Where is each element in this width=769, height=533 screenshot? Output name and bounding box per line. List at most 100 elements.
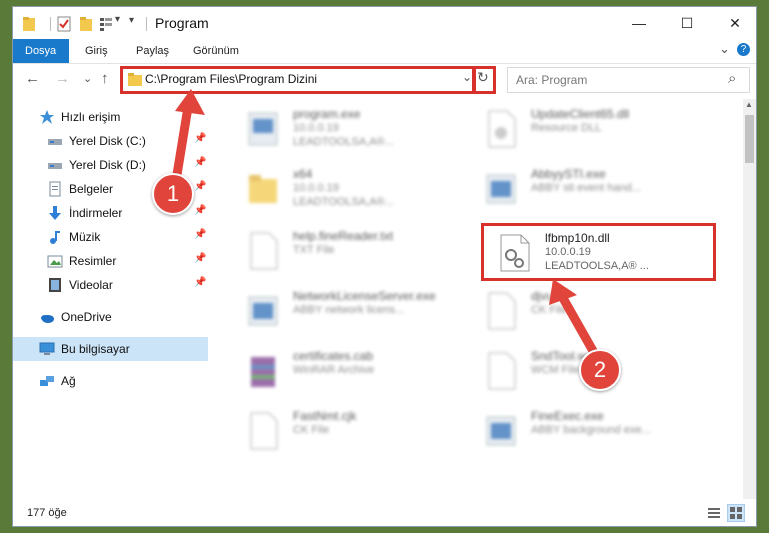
navigation-bar: ← → ⌄ ↑ C:\Program Files\Program Dizini … xyxy=(13,64,756,96)
file-icon xyxy=(488,292,516,330)
archive-icon xyxy=(251,357,275,387)
sidebar-item-label: Hızlı erişim xyxy=(61,110,121,124)
videos-icon xyxy=(49,278,61,292)
file-type: ABBY background exe... xyxy=(531,424,651,436)
search-icon[interactable]: ⌕ xyxy=(728,70,736,87)
sidebar-item-label: Resimler xyxy=(69,254,117,268)
download-icon xyxy=(49,206,61,220)
file-name: certificates.cab xyxy=(293,349,374,363)
tab-giris[interactable]: Giriş xyxy=(73,39,120,63)
sidebar-item-this-pc[interactable]: Bu bilgisayar xyxy=(13,337,208,361)
exe-file-icon xyxy=(248,296,278,326)
customize-toolbar-icon[interactable]: ▾ xyxy=(129,15,134,31)
cloud-icon xyxy=(41,315,54,323)
sidebar-item-network[interactable]: Ağ xyxy=(13,369,208,393)
ribbon: Dosya Giriş Paylaş Görünüm ⌄ ? xyxy=(13,39,756,64)
search-placeholder: Ara: Program xyxy=(516,73,588,87)
tab-gorunum[interactable]: Görünüm xyxy=(181,39,251,63)
tab-dosya[interactable]: Dosya xyxy=(13,39,69,63)
window-title: Program xyxy=(155,15,209,31)
file-type: ABBY network licens... xyxy=(293,304,405,316)
text-file-icon xyxy=(250,232,278,270)
sidebar-item-pictures[interactable]: Resimler 📌 xyxy=(13,249,208,273)
scrollbar-thumb[interactable] xyxy=(745,115,754,163)
help-icon[interactable]: ? xyxy=(737,43,750,56)
separator xyxy=(146,17,147,31)
file-type: Resource DLL xyxy=(531,122,602,134)
network-icon xyxy=(40,376,54,386)
file-item-updateclient[interactable]: UpdateClient65.dll Resource DLL xyxy=(475,101,715,157)
folder-icon xyxy=(23,17,35,31)
folder-icon xyxy=(249,175,277,203)
sidebar-item-label: İndirmeler xyxy=(69,206,123,220)
file-highlight xyxy=(481,223,716,281)
title-bar: ▾ ▾ Program — ☐ ✕ xyxy=(13,7,756,39)
sidebar-item-onedrive[interactable]: OneDrive xyxy=(13,305,208,329)
pin-icon[interactable]: 📌 xyxy=(194,253,206,264)
file-version: 10.0.0.19 xyxy=(293,182,339,194)
sidebar-item-label: Videolar xyxy=(69,278,113,292)
file-list: program.exe 10.0.0.19 LEADTOOLSA,A®... U… xyxy=(209,99,743,499)
documents-icon xyxy=(49,181,61,197)
step-marker-2: 2 xyxy=(579,349,621,391)
file-item-help-txt[interactable]: help.fineReader.txt TXT File xyxy=(237,223,477,279)
back-button[interactable]: ← xyxy=(25,70,40,87)
separator xyxy=(50,17,51,31)
file-name: program.exe xyxy=(293,107,361,121)
file-item-fineexec[interactable]: FineExec.exe ABBY background exe... xyxy=(475,403,715,459)
pin-icon[interactable]: 📌 xyxy=(194,229,206,240)
pictures-icon xyxy=(47,255,63,268)
sidebar-item-label: OneDrive xyxy=(61,310,112,324)
file-item-abbyysti[interactable]: AbbyySTI.exe ABBY sti event hand... xyxy=(475,161,715,217)
pin-icon[interactable]: 📌 xyxy=(194,205,206,216)
search-box[interactable]: Ara: Program ⌕ xyxy=(507,67,750,93)
item-count: 177 öğe xyxy=(27,507,67,519)
file-name: help.fineReader.txt xyxy=(293,229,394,243)
view-options-icon[interactable] xyxy=(99,16,113,32)
close-button[interactable]: ✕ xyxy=(712,7,756,39)
tab-paylas[interactable]: Paylaş xyxy=(124,39,181,63)
sidebar-item-label: Yerel Disk (C:) xyxy=(69,134,146,148)
properties-icon[interactable] xyxy=(57,16,71,32)
sidebar-item-label: Ağ xyxy=(61,374,76,388)
file-type: TXT File xyxy=(293,244,335,256)
music-icon xyxy=(50,231,60,244)
file-company: LEADTOOLSA,A®... xyxy=(293,196,394,208)
maximize-button[interactable]: ☐ xyxy=(664,7,710,39)
qa-dropdown-icon[interactable]: ▾ xyxy=(115,14,120,30)
refresh-highlight xyxy=(472,66,496,94)
sidebar-item-videos[interactable]: Videolar 📌 xyxy=(13,273,208,297)
file-item-x64[interactable]: x64 10.0.0.19 LEADTOOLSA,A®... xyxy=(237,161,477,217)
up-button[interactable]: ↑ xyxy=(101,70,109,87)
new-folder-icon[interactable] xyxy=(79,16,93,32)
large-icons-view-icon[interactable] xyxy=(727,504,745,522)
exe-file-icon xyxy=(486,416,516,446)
file-item-networklicenseserver[interactable]: NetworkLicenseServer.exe ABBY network li… xyxy=(237,283,477,339)
file-item-program-exe[interactable]: program.exe 10.0.0.19 LEADTOOLSA,A®... xyxy=(237,101,477,157)
minimize-button[interactable]: — xyxy=(616,7,662,39)
file-version: 10.0.0.19 xyxy=(293,122,339,134)
file-name: NetworkLicenseServer.exe xyxy=(293,289,436,303)
computer-icon xyxy=(39,342,55,355)
file-type: ABBY sti event hand... xyxy=(531,182,641,194)
scroll-up-icon[interactable]: ▲ xyxy=(745,100,753,109)
file-item-fastnmt[interactable]: FastNmt.cjk CK File xyxy=(237,403,477,459)
details-view-icon[interactable] xyxy=(707,506,721,520)
sidebar-item-label: Bu bilgisayar xyxy=(61,342,130,356)
vertical-scrollbar[interactable]: ▲ xyxy=(743,99,756,499)
recent-locations-icon[interactable]: ⌄ xyxy=(83,72,92,85)
sidebar-item-label: Belgeler xyxy=(69,182,114,196)
dll-file-icon xyxy=(488,110,516,148)
file-icon xyxy=(488,352,516,390)
file-item-certificates-cab[interactable]: certificates.cab WinRAR Archive xyxy=(237,343,477,399)
file-type: CK File xyxy=(293,424,330,436)
step-marker-1: 1 xyxy=(152,173,194,215)
explorer-window: ▾ ▾ Program — ☐ ✕ Dosya Giriş Paylaş Gör… xyxy=(13,7,756,526)
file-name: AbbyySTI.exe xyxy=(531,167,606,181)
exe-file-icon xyxy=(248,112,278,146)
pin-icon[interactable]: 📌 xyxy=(194,277,206,288)
file-name: FastNmt.cjk xyxy=(293,409,357,423)
forward-button[interactable]: → xyxy=(55,70,70,87)
sidebar-item-music[interactable]: Müzik 📌 xyxy=(13,225,208,249)
ribbon-expand-icon[interactable]: ⌄ xyxy=(719,41,730,57)
